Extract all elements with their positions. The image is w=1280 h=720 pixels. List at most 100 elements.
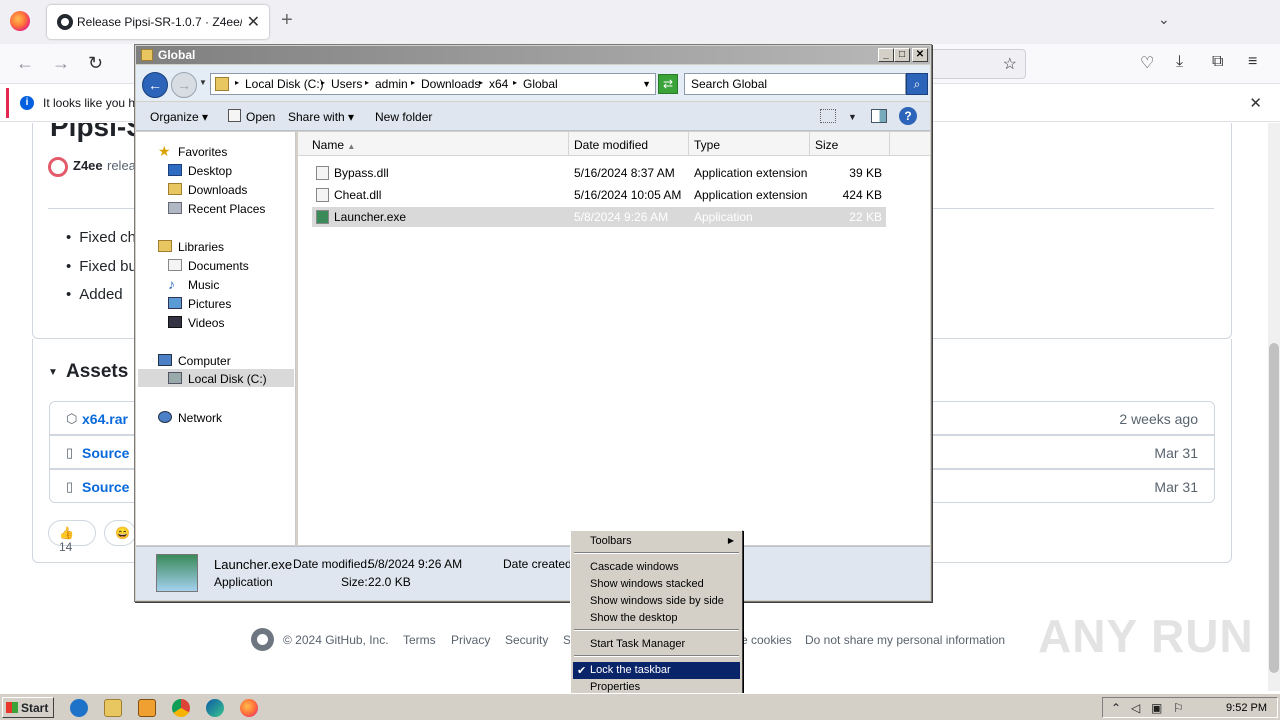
refresh-icon[interactable]: ⇄ <box>658 74 678 94</box>
author-avatar[interactable] <box>48 157 68 177</box>
back-arrow-icon[interactable]: ← <box>142 72 168 98</box>
scroll-thumb[interactable] <box>1269 343 1279 673</box>
show-hidden-icons-icon[interactable]: ⌃ <box>1111 701 1121 715</box>
asset-name[interactable]: Source c <box>82 479 141 495</box>
edge-icon[interactable] <box>206 699 224 717</box>
menu-item-show-desktop[interactable]: Show the desktop <box>573 610 740 627</box>
asset-name[interactable]: Source c <box>82 445 141 461</box>
file-row[interactable]: Cheat.dll 5/16/2024 10:05 AM Application… <box>312 185 886 205</box>
footer-link-privacy[interactable]: Privacy <box>451 633 490 647</box>
file-row[interactable]: Bypass.dll 5/16/2024 8:37 AM Application… <box>312 163 886 183</box>
nav-item-desktop[interactable]: Desktop <box>188 164 232 178</box>
new-tab-icon[interactable]: + <box>281 9 293 32</box>
column-header-name[interactable]: Name ▲ <box>298 132 569 156</box>
menu-item-cascade-windows[interactable]: Cascade windows <box>573 559 740 576</box>
share-with-button[interactable]: Share with ▾ <box>288 110 354 124</box>
minimize-button[interactable]: _ <box>878 48 894 62</box>
explorer-taskbar-icon[interactable] <box>104 699 122 717</box>
breadcrumb-separator-icon[interactable]: ▸ <box>479 78 483 87</box>
nav-item-libraries[interactable]: Libraries <box>178 240 224 254</box>
clock[interactable]: 9:52 PM <box>1226 702 1267 714</box>
back-arrow-icon[interactable]: ← <box>16 53 34 74</box>
breadcrumb-admin[interactable]: admin <box>375 77 408 91</box>
breadcrumb-separator-icon[interactable]: ▸ <box>513 78 517 87</box>
pocket-icon[interactable]: ♡ <box>1140 53 1154 73</box>
chrome-icon[interactable] <box>172 699 190 717</box>
notification-close-icon[interactable]: ✕ <box>1249 94 1262 112</box>
reaction-smile[interactable]: 😄 <box>104 520 136 546</box>
recent-pages-dropdown-icon[interactable]: ▼ <box>199 78 207 87</box>
breadcrumb-separator-icon[interactable]: ▸ <box>411 78 415 87</box>
breadcrumb-separator-icon[interactable]: ▸ <box>321 78 325 87</box>
menu-item-show-windows-side-by-side[interactable]: Show windows side by side <box>573 593 740 610</box>
forward-arrow-icon[interactable]: → <box>52 53 70 74</box>
nav-item-music[interactable]: Music <box>188 278 219 292</box>
browser-tab[interactable]: Release Pipsi-SR-1.0.7 · Z4ee/Pipsi ✕ <box>47 5 269 39</box>
menu-item-start-task-manager[interactable]: Start Task Manager <box>573 636 740 653</box>
close-button[interactable]: ✕ <box>912 48 928 62</box>
url-bar[interactable]: ☆ <box>930 49 1026 79</box>
github-logo-icon[interactable] <box>251 628 274 651</box>
reaction-thumbs-up[interactable]: 👍 14 <box>48 520 96 554</box>
menu-item-toolbars[interactable]: Toolbars ▶ <box>573 533 740 550</box>
tab-close-icon[interactable]: ✕ <box>247 12 260 32</box>
breadcrumb-local-disk[interactable]: Local Disk (C:) <box>245 77 324 91</box>
action-center-flag-icon[interactable]: ⚐ <box>1173 701 1184 715</box>
file-row-selected[interactable]: Launcher.exe 5/8/2024 9:26 AM Applicatio… <box>312 207 886 227</box>
breadcrumb-x64[interactable]: x64 <box>489 77 508 91</box>
firefox-logo-icon[interactable] <box>10 11 30 31</box>
open-button[interactable]: Open <box>246 110 275 124</box>
address-bar[interactable]: ▸ Local Disk (C:) ▸ Users ▸ admin ▸ Down… <box>210 73 656 95</box>
nav-item-favorites[interactable]: Favorites <box>178 145 227 159</box>
breadcrumb-separator-icon[interactable]: ▸ <box>365 78 369 87</box>
nav-item-local-disk[interactable]: Local Disk (C:) <box>188 372 267 386</box>
page-scrollbar[interactable] <box>1268 123 1280 691</box>
column-header-date-modified[interactable]: Date modified <box>569 132 689 156</box>
footer-link-cookies[interactable]: e cookies <box>741 633 792 647</box>
reload-icon[interactable]: ↻ <box>88 53 103 74</box>
nav-item-downloads[interactable]: Downloads <box>188 183 247 197</box>
menu-item-show-windows-stacked[interactable]: Show windows stacked <box>573 576 740 593</box>
media-player-icon[interactable] <box>138 699 156 717</box>
organize-button[interactable]: Organize ▾ <box>150 110 208 124</box>
breadcrumb-downloads[interactable]: Downloads <box>421 77 480 91</box>
menu-item-lock-taskbar[interactable]: ✔ Lock the taskbar <box>573 662 740 679</box>
help-icon[interactable]: ? <box>899 107 917 125</box>
tab-list-chevron-icon[interactable]: ⌄ <box>1158 11 1170 28</box>
hamburger-menu-icon[interactable]: ≡ <box>1248 53 1257 71</box>
view-options-dropdown-icon[interactable]: ▼ <box>848 112 857 122</box>
column-header-type[interactable]: Type <box>689 132 810 156</box>
breadcrumb-separator-icon[interactable]: ▸ <box>235 78 239 87</box>
search-icon[interactable]: ⌕ <box>906 73 928 95</box>
new-folder-button[interactable]: New folder <box>375 110 432 124</box>
address-dropdown-icon[interactable]: ▼ <box>642 79 651 89</box>
nav-item-computer[interactable]: Computer <box>178 354 231 368</box>
extensions-icon[interactable]: ⧉ <box>1212 53 1223 71</box>
nav-item-network[interactable]: Network <box>178 411 222 425</box>
column-header-size[interactable]: Size <box>810 132 890 156</box>
asset-name[interactable]: x64.rar <box>82 411 128 427</box>
author-link[interactable]: Z4ee <box>73 158 103 173</box>
firefox-taskbar-icon[interactable] <box>240 699 258 717</box>
assets-toggle-caret-icon[interactable]: ▼ <box>48 367 58 378</box>
nav-item-videos[interactable]: Videos <box>188 316 224 330</box>
start-button[interactable]: Start <box>2 697 54 718</box>
downloads-icon[interactable]: ⤓ <box>1176 53 1183 71</box>
footer-link-security[interactable]: Security <box>505 633 548 647</box>
footer-link-terms[interactable]: Terms <box>403 633 436 647</box>
preview-pane-icon[interactable] <box>871 109 887 123</box>
explorer-titlebar[interactable]: Global _ □ ✕ <box>136 46 930 64</box>
forward-arrow-icon[interactable]: → <box>171 72 197 98</box>
assets-title[interactable]: Assets <box>66 361 128 383</box>
footer-link-do-not-share[interactable]: Do not share my personal information <box>805 633 1005 647</box>
breadcrumb-global[interactable]: Global <box>523 77 558 91</box>
volume-icon[interactable]: ◁ <box>1131 701 1140 715</box>
network-tray-icon[interactable]: ▣ <box>1151 701 1162 715</box>
nav-item-pictures[interactable]: Pictures <box>188 297 231 311</box>
maximize-button[interactable]: □ <box>894 48 910 62</box>
nav-item-recent-places[interactable]: Recent Places <box>188 202 265 216</box>
nav-item-documents[interactable]: Documents <box>188 259 249 273</box>
search-input[interactable]: Search Global <box>684 73 906 95</box>
breadcrumb-users[interactable]: Users <box>331 77 362 91</box>
bookmark-star-icon[interactable]: ☆ <box>1003 54 1017 74</box>
